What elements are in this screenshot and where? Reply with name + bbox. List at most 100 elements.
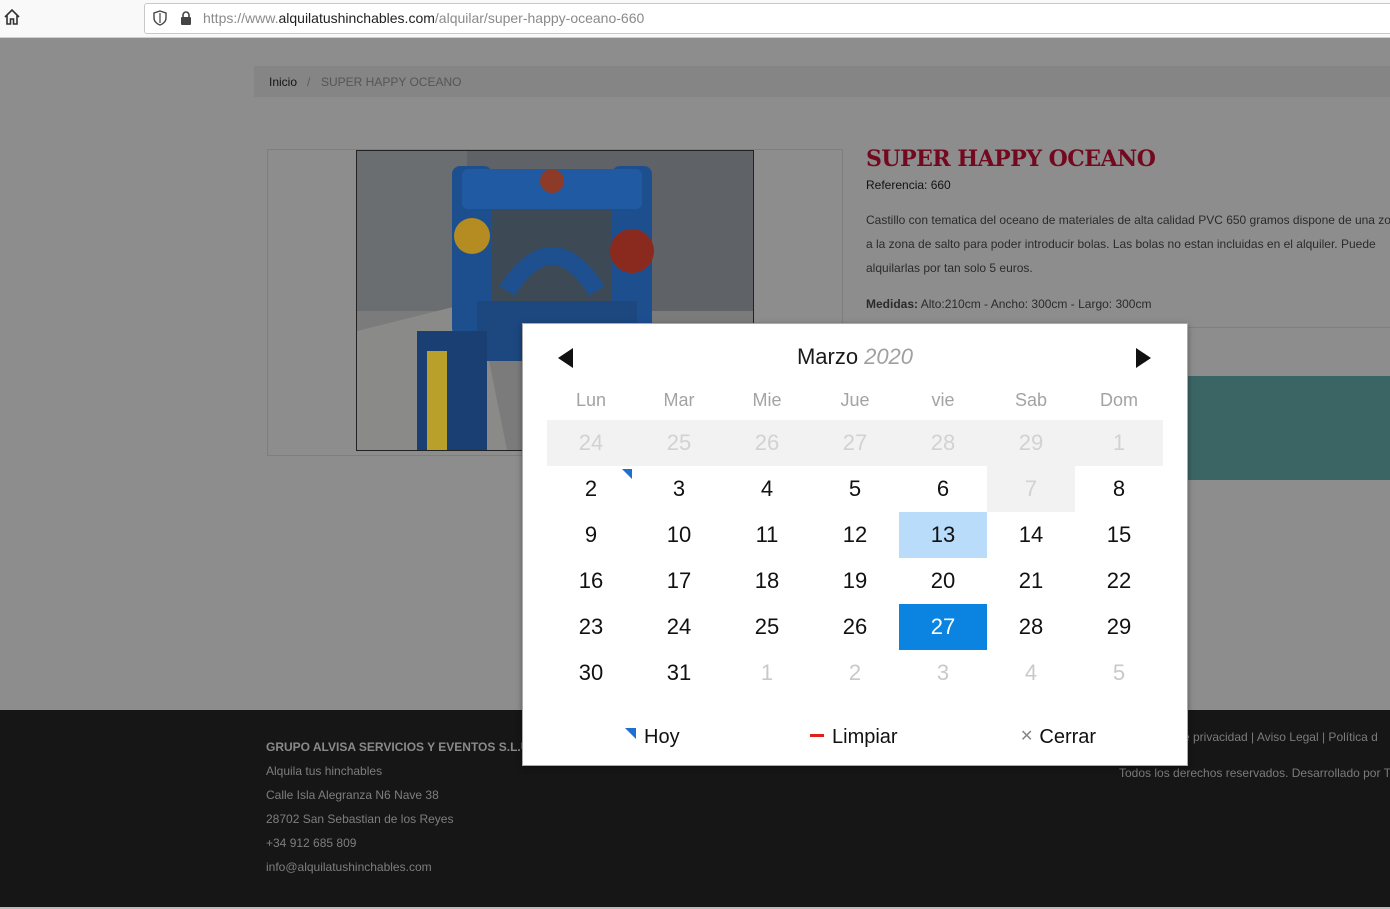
description-line: alquilarlas por tan solo 5 euros. [866, 261, 1033, 275]
calendar-day: 1 [1075, 420, 1163, 466]
calendar-day[interactable]: 2 [811, 650, 899, 696]
calendar-day: 29 [987, 420, 1075, 466]
today-label: Hoy [644, 726, 680, 748]
footer-company: GRUPO ALVISA SERVICIOS Y EVENTOS S.L.U [266, 740, 530, 754]
calendar-day[interactable]: 6 [899, 466, 987, 512]
calendar-day[interactable]: 17 [635, 558, 723, 604]
calendar-day[interactable]: 10 [635, 512, 723, 558]
calendar-day[interactable]: 3 [899, 650, 987, 696]
calendar-day[interactable]: 1 [723, 650, 811, 696]
calendar-day[interactable]: 12 [811, 512, 899, 558]
calendar-week: 2345678 [547, 466, 1163, 512]
breadcrumb-current: SUPER HAPPY OCEANO [321, 75, 462, 89]
url-text: https://www.alquilatushinchables.com/alq… [203, 10, 645, 26]
footer-line: Calle Isla Alegranza N6 Nave 38 [266, 788, 439, 802]
calendar-day[interactable]: 21 [987, 558, 1075, 604]
clear-dash-icon [810, 734, 824, 737]
lock-icon[interactable] [179, 10, 193, 26]
calendar-day: 7 [987, 466, 1075, 512]
calendar-day[interactable]: 19 [811, 558, 899, 604]
calendar-day: 26 [723, 420, 811, 466]
close-button[interactable]: ✕ Cerrar [1020, 726, 1096, 749]
shield-icon[interactable] [153, 10, 167, 26]
footer-rights: Todos los derechos reservados. Desarroll… [1119, 766, 1390, 780]
weekday-label: vie [931, 390, 955, 410]
calendar-day[interactable]: 18 [723, 558, 811, 604]
calendar-day: 25 [635, 420, 723, 466]
today-marker-icon [622, 469, 632, 479]
year-label: 2020 [864, 344, 914, 369]
calendar-day[interactable]: 14 [987, 512, 1075, 558]
calendar-day[interactable]: 26 [811, 604, 899, 650]
calendar-week: 23 24 25 26 27 28 29 [547, 604, 1163, 650]
calendar-day[interactable]: 5 [811, 466, 899, 512]
browser-toolbar: https://www.alquilatushinchables.com/alq… [0, 0, 1390, 38]
calendar-day[interactable]: 9 [547, 512, 635, 558]
month-name: Marzo [796, 344, 859, 369]
footer-contact: GRUPO ALVISA SERVICIOS Y EVENTOS S.L.U A… [266, 740, 529, 884]
calendar-day[interactable]: 20 [899, 558, 987, 604]
breadcrumb-home-link[interactable]: Inicio [269, 75, 297, 89]
calendar-day[interactable]: 13 [899, 512, 987, 558]
calendar-day[interactable]: 24 [635, 604, 723, 650]
today-button[interactable]: Hoy [625, 726, 680, 749]
calendar-day[interactable]: 4 [723, 466, 811, 512]
calendar-day[interactable]: 28 [987, 604, 1075, 650]
close-icon: ✕ [1020, 728, 1034, 745]
calendar-week: 24 25 26 27 28 29 1 [547, 420, 1163, 466]
calendar-week: 9 10 11 12 13 14 15 [547, 512, 1163, 558]
clear-button[interactable]: Limpiar [810, 726, 898, 749]
breadcrumb: Inicio / SUPER HAPPY OCEANO [254, 66, 1390, 97]
clear-label: Limpiar [832, 726, 898, 748]
address-bar[interactable]: https://www.alquilatushinchables.com/alq… [144, 3, 1390, 34]
calendar-day[interactable]: 31 [635, 650, 723, 696]
calendar-grid: 24 25 26 27 28 29 1 2 3 4 5 6 7 8 9 10 11 12 13 14 15 16 17 18 1… [547, 420, 1163, 696]
product-title: SUPER HAPPY OCEANO [866, 146, 1156, 172]
calendar-day[interactable]: 25 [723, 604, 811, 650]
calendar-day-today[interactable]: 2 [547, 466, 635, 512]
weekday-label: Jue [840, 390, 870, 410]
next-month-button[interactable] [1132, 347, 1154, 369]
description-line: a la zona de salto para poder introducir… [866, 237, 1376, 251]
calendar-day: 27 [811, 420, 899, 466]
description-line: Castillo con tematica del oceano de mate… [866, 213, 1390, 227]
weekday-label: Mar [663, 390, 695, 410]
calendar-day[interactable]: 29 [1075, 604, 1163, 650]
footer-line: 28702 San Sebastian de los Reyes [266, 812, 454, 826]
product-reference: Referencia: 660 [866, 178, 951, 192]
datepicker-actions: Hoy Limpiar ✕ Cerrar [523, 716, 1187, 756]
datepicker: Marzo 2020 Lun Mar Mie Jue vie Sab Dom 24… [522, 323, 1188, 766]
calendar-day[interactable]: 11 [723, 512, 811, 558]
calendar-day-selected[interactable]: 27 [899, 604, 987, 650]
weekday-label: Mie [752, 390, 782, 410]
footer-email[interactable]: info@alquilatushinchables.com [266, 860, 529, 884]
weekday-label: Dom [1099, 390, 1138, 410]
calendar-day: 28 [899, 420, 987, 466]
footer-line: Alquila tus hinchables [266, 764, 383, 778]
weekday-label: Lun [575, 390, 607, 410]
weekday-label: Sab [1014, 390, 1048, 410]
month-year-label: Marzo 2020 [523, 344, 1187, 370]
calendar-day[interactable]: 3 [635, 466, 723, 512]
product-description: Castillo con tematica del oceano de mate… [866, 208, 1390, 280]
breadcrumb-separator: / [307, 75, 311, 89]
footer-phone[interactable]: +34 912 685 809 [266, 836, 529, 860]
calendar-day[interactable]: 22 [1075, 558, 1163, 604]
product-measures: Medidas: Alto:210cm - Ancho: 300cm - Lar… [866, 297, 1152, 311]
calendar-week: 16 17 18 19 20 21 22 [547, 558, 1163, 604]
today-marker-icon [625, 728, 636, 739]
calendar-day[interactable]: 16 [547, 558, 635, 604]
close-label: Cerrar [1039, 726, 1097, 748]
booking-panel [1185, 376, 1390, 480]
footer-legal-links[interactable]: e privacidad | Aviso Legal | Política d [1183, 730, 1378, 744]
calendar-day: 24 [547, 420, 635, 466]
calendar-day[interactable]: 4 [987, 650, 1075, 696]
calendar-day[interactable]: 30 [547, 650, 635, 696]
calendar-day[interactable]: 15 [1075, 512, 1163, 558]
weekday-header: Lun Mar Mie Jue vie Sab Dom [547, 390, 1163, 411]
calendar-day[interactable]: 5 [1075, 650, 1163, 696]
calendar-day[interactable]: 23 [547, 604, 635, 650]
home-icon[interactable] [3, 8, 21, 26]
calendar-week: 30 31 1 2 3 4 5 [547, 650, 1163, 696]
calendar-day[interactable]: 8 [1075, 466, 1163, 512]
